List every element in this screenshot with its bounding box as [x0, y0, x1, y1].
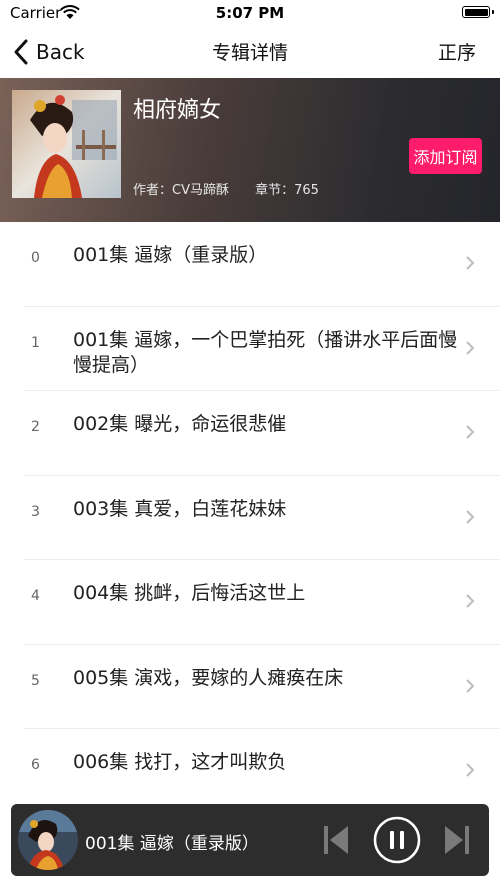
sort-order-button[interactable]: 正序	[438, 38, 476, 65]
chevron-right-icon	[466, 256, 475, 270]
chevron-right-icon	[466, 678, 475, 693]
chevron-left-icon	[14, 39, 28, 65]
episode-row[interactable]: 5 005集 演戏，要嫁的人瘫痪在床	[0, 645, 500, 729]
pause-button[interactable]	[373, 816, 421, 864]
episode-index: 0	[31, 250, 40, 266]
album-author: 作者：CV马蹄酥	[133, 183, 229, 198]
episode-title: 002集 曝光，命运很悲催	[73, 413, 287, 435]
chevron-right-icon	[466, 763, 475, 777]
mini-player[interactable]: 001集 逼嫁（重录版）	[11, 804, 489, 876]
episode-list: 0 001集 逼嫁（重录版） 1 001集 逼嫁，一个巴掌拍死（播讲水平后面慢慢…	[0, 222, 500, 814]
episode-row[interactable]: 1 001集 逼嫁，一个巴掌拍死（播讲水平后面慢慢提高）	[0, 307, 500, 391]
album-meta: 作者：CV马蹄酥 章节：765	[133, 179, 341, 198]
chevron-right-icon	[466, 425, 475, 439]
album-title: 相府嫡女	[133, 98, 222, 123]
episode-row[interactable]: 3 003集 真爱，白莲花妹妹	[0, 476, 500, 560]
episode-row[interactable]: 4 004集 挑衅，后悔活这世上	[0, 560, 500, 645]
clock: 5:07 PM	[215, 4, 285, 22]
episode-index: 3	[31, 503, 40, 520]
next-track-icon[interactable]	[443, 823, 471, 857]
episode-row[interactable]: 6 006集 找打，这才叫欺负	[0, 729, 500, 814]
chevron-right-icon	[466, 509, 475, 524]
episode-index: 1	[31, 334, 40, 351]
album-cover-image	[12, 90, 121, 198]
status-bar: Carrier 5:07 PM	[0, 0, 500, 26]
episode-title: 006集 找打，这才叫欺负	[73, 751, 287, 773]
now-playing-cover-image	[18, 810, 78, 870]
battery-icon	[462, 6, 494, 18]
episode-index: 5	[31, 672, 40, 689]
chevron-right-icon	[466, 340, 475, 355]
add-subscription-button[interactable]: 添加订阅	[409, 138, 482, 174]
episode-title: 005集 演戏，要嫁的人瘫痪在床	[73, 666, 344, 689]
episode-title: 004集 挑衅，后悔活这世上	[73, 582, 306, 604]
previous-track-icon[interactable]	[322, 823, 350, 857]
back-button[interactable]: Back	[12, 36, 85, 68]
episode-row[interactable]: 0 001集 逼嫁（重录版）	[0, 222, 500, 307]
episode-title: 003集 真爱，白莲花妹妹	[73, 497, 287, 520]
episode-index: 2	[31, 419, 40, 435]
episode-title: 001集 逼嫁（重录版）	[73, 244, 268, 266]
navigation-bar: Back 专辑详情 正序	[0, 26, 500, 78]
episode-index: 6	[31, 757, 40, 773]
episode-index: 4	[31, 588, 40, 604]
album-chapter-count: 章节：765	[255, 183, 319, 198]
episode-title: 001集 逼嫁，一个巴掌拍死（播讲水平后面慢慢提高）	[73, 328, 458, 376]
chevron-right-icon	[466, 594, 475, 608]
album-header: 相府嫡女 作者：CV马蹄酥 章节：765 添加订阅	[0, 78, 500, 222]
episode-row[interactable]: 2 002集 曝光，命运很悲催	[0, 391, 500, 476]
back-label: Back	[36, 40, 85, 64]
now-playing-title: 001集 逼嫁（重录版）	[85, 834, 259, 854]
